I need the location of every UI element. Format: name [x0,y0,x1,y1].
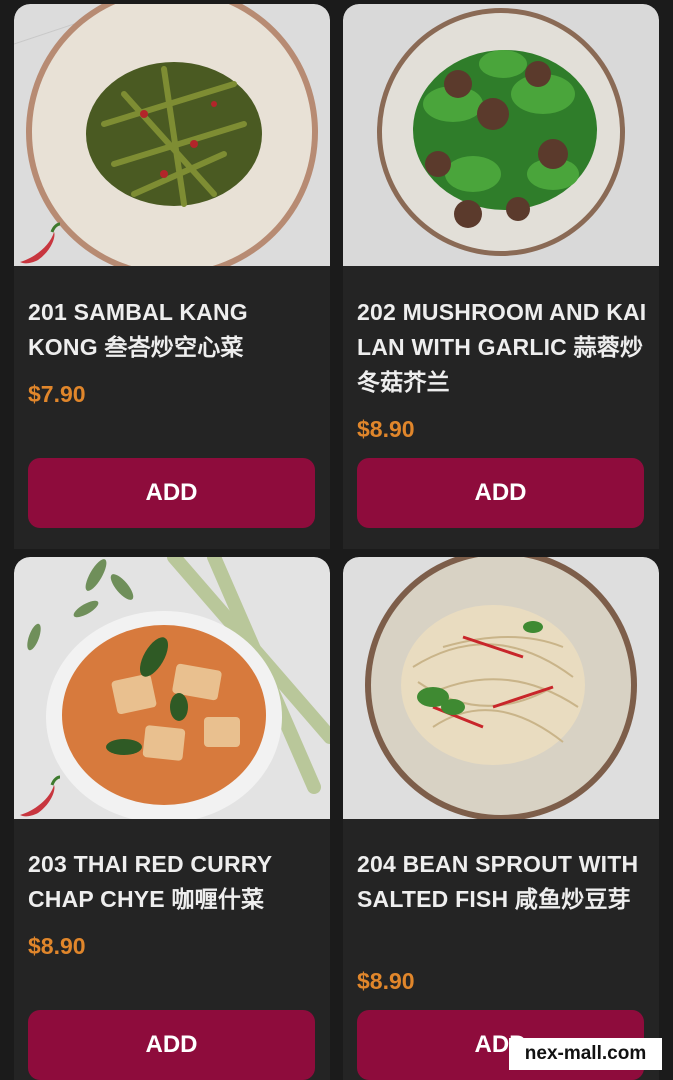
add-button[interactable]: ADD [28,458,315,528]
dish-title: 201 SAMBAL KANG KONG 叁峇炒空心菜 [28,299,248,360]
dish-title: 202 MUSHROOM AND KAI LAN WITH GARLIC 蒜蓉炒… [357,299,647,395]
add-button[interactable]: ADD [357,458,644,528]
dish-photo[interactable] [343,557,659,819]
add-button[interactable]: ADD [28,1010,315,1080]
dish-photo[interactable] [343,4,659,266]
menu-item-card[interactable]: 204 BEAN SPROUT WITH SALTED FISH 咸鱼炒豆芽 $… [343,557,659,1080]
chili-icon [16,222,62,271]
menu-grid: 201 SAMBAL KANG KONG 叁峇炒空心菜 $7.90 ADD 20… [0,0,673,1080]
dish-title: 203 THAI RED CURRY CHAP CHYE 咖喱什菜 [28,851,272,912]
dish-price: $8.90 [28,933,86,959]
dish-price: $8.90 [357,968,415,994]
menu-item-card[interactable]: 201 SAMBAL KANG KONG 叁峇炒空心菜 $7.90 ADD [14,4,330,549]
watermark: nex-mall.com [509,1038,662,1070]
dish-price: $8.90 [357,416,415,442]
menu-item-card[interactable]: 203 THAI RED CURRY CHAP CHYE 咖喱什菜 $8.90 … [14,557,330,1080]
dish-price: $7.90 [28,381,86,407]
chili-icon [16,775,62,824]
dish-title: 204 BEAN SPROUT WITH SALTED FISH 咸鱼炒豆芽 [357,851,639,912]
menu-item-card[interactable]: 202 MUSHROOM AND KAI LAN WITH GARLIC 蒜蓉炒… [343,4,659,549]
